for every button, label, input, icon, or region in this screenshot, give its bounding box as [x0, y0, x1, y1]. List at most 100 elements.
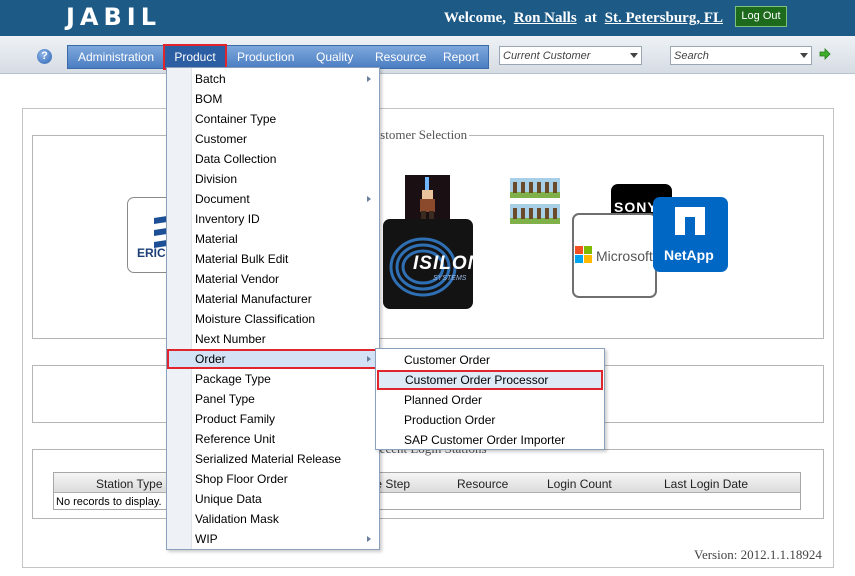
product-menu-item[interactable]: Serialized Material Release [167, 449, 379, 469]
product-menu-item-label: Shop Floor Order [195, 472, 288, 486]
menu-production[interactable]: Production [237, 46, 294, 68]
chevron-right-icon [367, 76, 371, 82]
customer-logo-microsoft[interactable]: Microsoft [572, 213, 657, 298]
product-menu-item[interactable]: Material Vendor [167, 269, 379, 289]
nav-bar: ? Administration Product Production Qual… [0, 36, 855, 74]
search-text: Search [674, 50, 709, 62]
product-menu-item-label: Product Family [195, 412, 276, 426]
grid-column-login-count[interactable]: Login Count [547, 477, 612, 491]
menu-report[interactable]: Report [443, 46, 479, 68]
chevron-down-icon[interactable] [800, 53, 808, 58]
product-menu-item[interactable]: Container Type [167, 109, 379, 129]
product-menu-item-label: BOM [195, 92, 223, 106]
product-menu-item-label: Validation Mask [195, 512, 279, 526]
menu-resource[interactable]: Resource [375, 46, 426, 68]
menu-quality[interactable]: Quality [316, 46, 353, 68]
chevron-down-icon[interactable] [630, 53, 638, 58]
microsoft-icon [575, 246, 592, 263]
location-link[interactable]: St. Petersburg, FL [605, 10, 723, 26]
search-combo[interactable]: Search [670, 46, 812, 65]
product-menu-item[interactable]: Package Type [167, 369, 379, 389]
menu-administration[interactable]: Administration [78, 46, 154, 68]
order-submenu-item-label: Customer Order [404, 353, 491, 367]
customer-logo-figure[interactable] [405, 175, 450, 220]
product-menu-item[interactable]: Material Manufacturer [167, 289, 379, 309]
product-menu-item-label: Panel Type [195, 392, 255, 406]
product-menu-item-label: Package Type [195, 372, 271, 386]
product-menu-item[interactable]: Customer [167, 129, 379, 149]
product-menu-item-label: Material Manufacturer [195, 292, 312, 306]
product-menu-item[interactable]: Next Number [167, 329, 379, 349]
product-menu-item-label: Reference Unit [195, 432, 276, 446]
product-menu-item-label: Customer [195, 132, 248, 146]
product-menu-item-label: Batch [195, 72, 226, 86]
product-menu-item[interactable]: Inventory ID [167, 209, 379, 229]
product-menu-item-label: Next Number [195, 332, 266, 346]
product-menu-item[interactable]: Shop Floor Order [167, 469, 379, 489]
grid-empty-message: No records to display. [56, 496, 162, 508]
product-menu-item[interactable]: Unique Data [167, 489, 379, 509]
product-menu-item-label: Material Vendor [195, 272, 280, 286]
current-customer-text: Current Customer [503, 50, 591, 62]
welcome-message: Welcome, Ron Nalls at St. Petersburg, FL [444, 10, 727, 27]
order-submenu-item[interactable]: Production Order [376, 410, 604, 430]
product-menu-item[interactable]: Validation Mask [167, 509, 379, 529]
order-submenu-item-label: SAP Customer Order Importer [404, 433, 566, 447]
product-menu-item[interactable]: Document [167, 189, 379, 209]
order-submenu-item[interactable]: Planned Order [376, 390, 604, 410]
customer-logo-pixel-figures[interactable] [510, 178, 560, 224]
product-menu-item[interactable]: WIP [167, 529, 379, 549]
main-menu: Administration Product Production Qualit… [67, 44, 489, 70]
chevron-right-icon [367, 356, 371, 362]
product-dropdown-menu: Batch BOM Container Type Customer Data Colle… [166, 67, 380, 550]
netapp-text: NetApp [664, 247, 714, 263]
product-menu-item[interactable]: Reference Unit [167, 429, 379, 449]
product-menu-item[interactable]: Moisture Classification [167, 309, 379, 329]
product-menu-item-label: Material [195, 232, 238, 246]
product-menu-item[interactable]: Material Bulk Edit [167, 249, 379, 269]
product-menu-item[interactable]: Material [167, 229, 379, 249]
app-header: JABIL Welcome, Ron Nalls at St. Petersbu… [0, 0, 855, 36]
product-menu-item-label: WIP [195, 532, 218, 546]
customer-logo-netapp[interactable]: NetApp [653, 197, 728, 272]
product-menu-item-label: Serialized Material Release [195, 452, 342, 466]
help-icon[interactable]: ? [37, 49, 52, 64]
jabil-logo: JABIL [66, 3, 162, 31]
product-menu-item[interactable]: Division [167, 169, 379, 189]
product-menu-item-label: Division [195, 172, 238, 186]
product-menu-item-label: Inventory ID [195, 212, 260, 226]
order-submenu-item[interactable]: SAP Customer Order Importer [376, 430, 604, 450]
product-menu-item[interactable]: Panel Type [167, 389, 379, 409]
welcome-at: at [584, 10, 597, 26]
product-menu-item-label: Document [195, 192, 250, 206]
product-menu-item-label: Moisture Classification [195, 312, 316, 326]
order-submenu-item-label: Customer Order Processor [405, 373, 549, 387]
order-submenu-item[interactable]: Customer Order [376, 350, 604, 370]
order-submenu: Customer Order Customer Order Processor Pl… [375, 348, 605, 450]
order-submenu-item-label: Planned Order [404, 393, 483, 407]
product-menu-item[interactable]: Batch [167, 69, 379, 89]
product-menu-item[interactable]: Order [167, 349, 379, 369]
version-label: Version: 2012.1.1.18924 [694, 547, 822, 562]
menu-product[interactable]: Product [163, 44, 227, 70]
customer-logo-isilon[interactable]: ISILON SYSTEMS [383, 219, 473, 309]
product-menu-item[interactable]: Product Family [167, 409, 379, 429]
grid-column-station-type[interactable]: Station Type [96, 477, 163, 491]
current-customer-combo[interactable]: Current Customer [499, 46, 642, 65]
product-menu-item-label: Container Type [195, 112, 277, 126]
user-name-link[interactable]: Ron Nalls [514, 10, 577, 26]
logout-button[interactable]: Log Out [735, 6, 787, 27]
microsoft-text: Microsoft [596, 248, 653, 264]
grid-column-resource[interactable]: Resource [457, 477, 508, 491]
product-menu-item-label: Order [195, 352, 226, 366]
welcome-prefix: Welcome, [443, 10, 506, 26]
product-menu-item[interactable]: Data Collection [167, 149, 379, 169]
go-arrow-icon[interactable] [819, 48, 831, 60]
order-submenu-item[interactable]: Customer Order Processor [377, 370, 603, 390]
isilon-sub-text: SYSTEMS [433, 275, 467, 282]
product-menu-item-label: Data Collection [195, 152, 277, 166]
isilon-text: ISILON [413, 253, 473, 274]
grid-column-last-login-date[interactable]: Last Login Date [664, 477, 748, 491]
product-menu-item[interactable]: BOM [167, 89, 379, 109]
product-menu-item-label: Unique Data [195, 492, 262, 506]
